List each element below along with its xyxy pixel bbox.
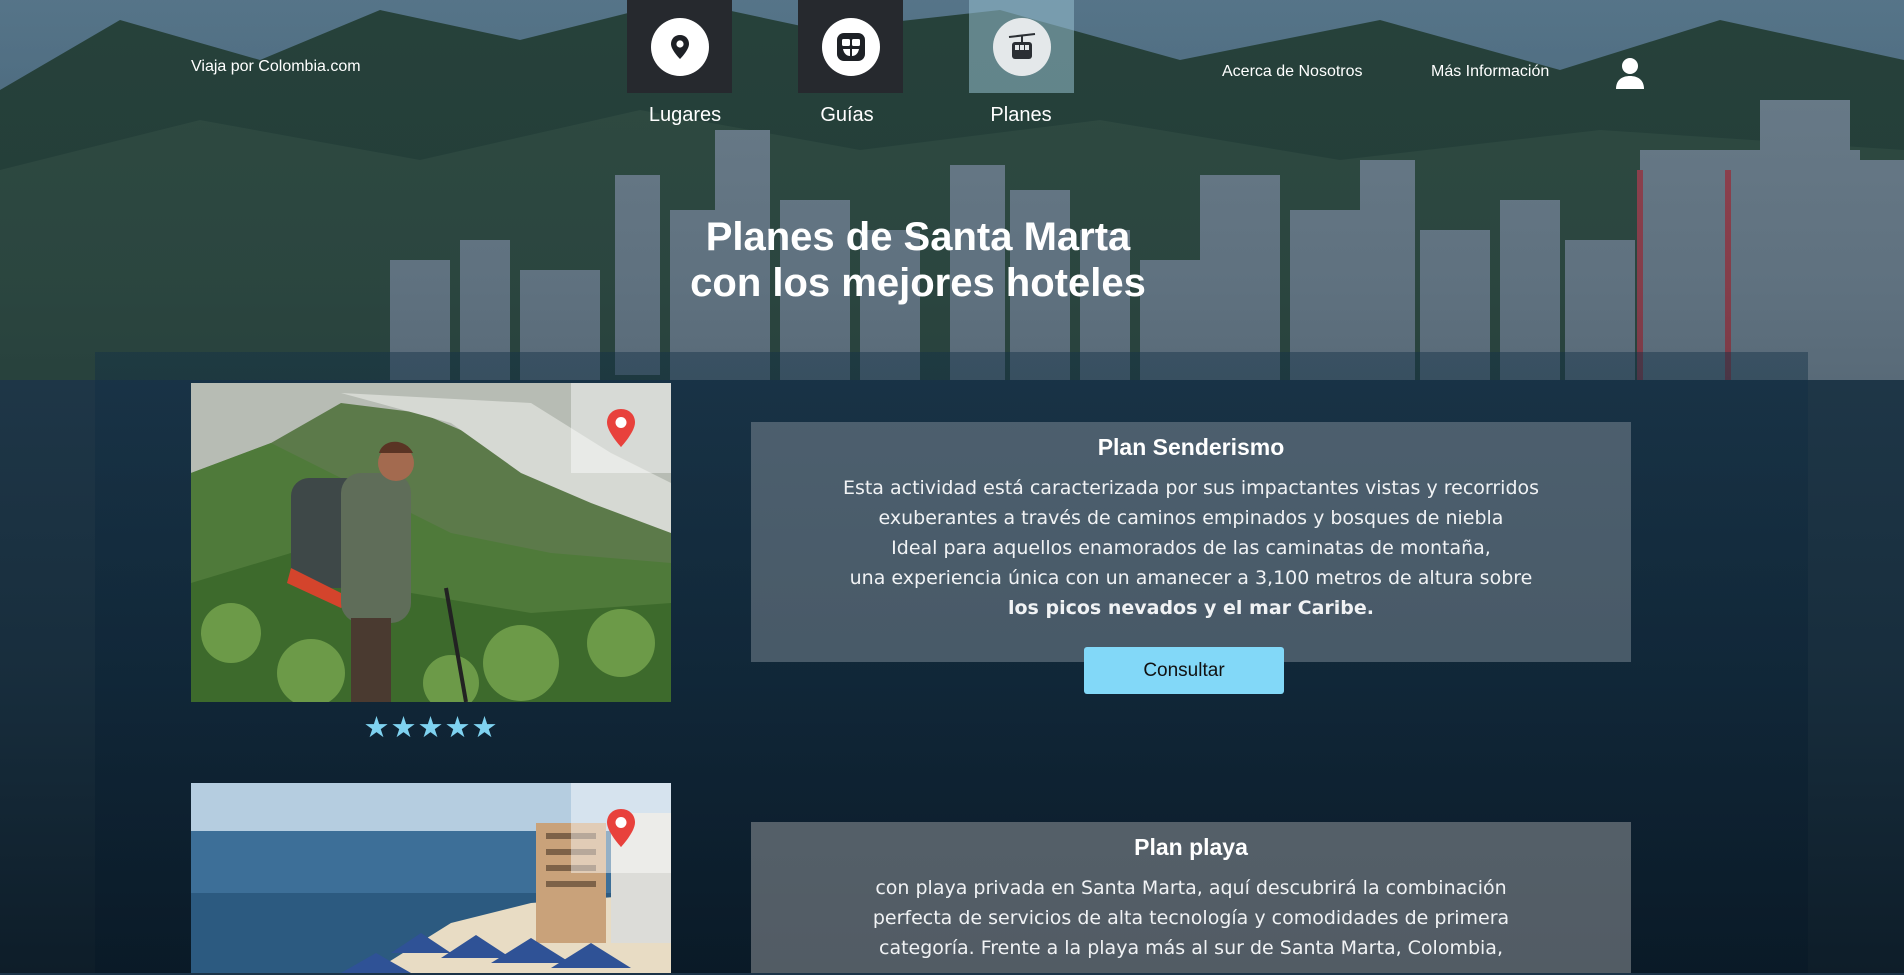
description-line: Esta actividad está caracterizada por su…	[842, 477, 1540, 499]
brand-link[interactable]: Viaja por Colombia.com	[191, 58, 361, 76]
plan-title: Plan playa	[1134, 834, 1248, 860]
location-pin-icon	[607, 809, 635, 847]
plan-playa-card: Plan playa con playa privada en Santa Ma…	[751, 822, 1631, 973]
tab-lugares[interactable]	[627, 0, 732, 93]
tab-icon-circle	[650, 17, 709, 76]
plan-senderismo-card: Plan Senderismo Esta actividad está cara…	[751, 422, 1631, 662]
tab-icon-circle	[821, 17, 880, 76]
tab-planes[interactable]	[969, 0, 1074, 93]
more-info-link[interactable]: Más Información	[1431, 63, 1549, 81]
description-line: perfecta de servicios de alta tecnología…	[872, 907, 1510, 929]
description-line: una experiencia única con un amanecer a …	[849, 567, 1533, 589]
location-badge[interactable]	[571, 783, 671, 873]
description-line: Ideal para aquellos enamorados de las ca…	[891, 537, 1491, 559]
tab-label-planes[interactable]: Planes	[951, 104, 1091, 127]
consultar-button[interactable]: Consultar	[1084, 647, 1284, 694]
user-icon	[1616, 58, 1644, 89]
description-line: con playa privada en Santa Marta, aquí d…	[875, 877, 1507, 899]
plan-description: Esta actividad está caracterizada por su…	[751, 473, 1631, 635]
plan-playa-photo[interactable]	[191, 783, 671, 973]
cable-car-icon	[1008, 32, 1035, 59]
page-title-line-2: con los mejores hoteles	[690, 261, 1146, 305]
guide-book-icon	[836, 32, 865, 61]
description-highlight: los picos nevados y el mar Caribe.	[1007, 597, 1374, 619]
tab-label-guias[interactable]: Guías	[777, 104, 917, 127]
about-us-link[interactable]: Acerca de Nosotros	[1222, 63, 1363, 81]
location-badge[interactable]	[571, 383, 671, 473]
plan-senderismo-photo[interactable]	[191, 383, 671, 702]
plan-title: Plan Senderismo	[1097, 434, 1285, 460]
tab-icon-circle	[992, 17, 1051, 76]
star-rating: ★★★★★	[363, 712, 499, 744]
user-account-button[interactable]	[1614, 56, 1646, 90]
tab-guias[interactable]	[798, 0, 903, 93]
location-pin-icon	[607, 409, 635, 447]
plan-description: con playa privada en Santa Marta, aquí d…	[751, 873, 1631, 975]
page-title-line-1: Planes de Santa Marta	[705, 215, 1131, 259]
map-pin-icon	[670, 34, 689, 59]
description-line: categoría. Frente a la playa más al sur …	[879, 937, 1503, 959]
description-line: exuberantes a través de caminos empinado…	[878, 507, 1504, 529]
tab-label-lugares[interactable]: Lugares	[615, 104, 755, 127]
